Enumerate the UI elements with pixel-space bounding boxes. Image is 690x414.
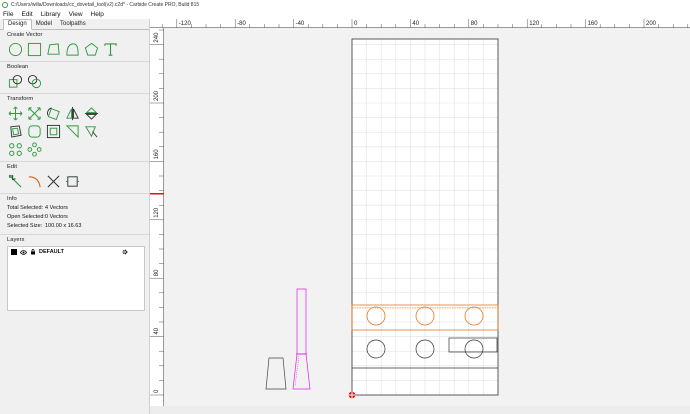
curve-icon[interactable] (64, 41, 80, 57)
layers-list: DEFAULT (7, 246, 145, 311)
boolean-section: Boolean (0, 62, 149, 94)
layers-section: Layers DEFAULT (0, 235, 149, 313)
design-panel: Design Model Toolpaths Create Vector Boo… (0, 19, 150, 414)
ruler-label: 160 (154, 149, 160, 160)
open-selected-label: Open Selected: (7, 214, 45, 220)
ruler-label: 0 (354, 21, 358, 27)
layer-color-swatch[interactable] (11, 249, 17, 255)
gear-icon (122, 249, 128, 255)
tab-toolpaths[interactable]: Toolpaths (56, 20, 90, 29)
section-title-boolean: Boolean (7, 64, 29, 70)
app-window: C:/Users/willa/Downloads/cc_dovetail_too… (0, 0, 690, 414)
selected-size-label: Selected Size: (7, 223, 43, 229)
section-title-transform: Transform (7, 96, 34, 102)
total-selected-value: 4 Vectors (45, 205, 68, 211)
trim-icon[interactable] (45, 173, 61, 189)
open-selected-value: 0 Vectors (45, 214, 68, 220)
ruler-label: -80 (237, 21, 246, 27)
circular-array-icon[interactable] (26, 141, 42, 157)
scale-icon[interactable] (26, 105, 42, 121)
menu-bar: File Edit Library View Help (0, 9, 690, 19)
panel-tabs: Design Model Toolpaths (0, 19, 149, 30)
layer-name: DEFAULT (39, 249, 64, 255)
ruler-label: 240 (154, 32, 160, 43)
section-title-layers: Layers (7, 237, 25, 243)
circle-icon[interactable] (7, 41, 23, 57)
layer-settings-button[interactable] (114, 248, 136, 256)
info-section: Info Total Selected: 4 Vectors Open Selec… (0, 194, 149, 235)
window-title: C:/Users/willa/Downloads/cc_dovetail_too… (11, 1, 200, 8)
layer-row[interactable]: DEFAULT (8, 247, 144, 257)
menu-file[interactable]: File (3, 11, 13, 18)
rotate-icon[interactable] (45, 105, 61, 121)
status-bar (150, 406, 690, 414)
align-icon[interactable] (83, 123, 99, 139)
eye-icon[interactable] (20, 249, 27, 255)
ruler-label: 0 (154, 389, 160, 393)
tool-profile-shape[interactable] (265, 357, 287, 390)
fillet-icon[interactable] (26, 123, 42, 139)
union-icon[interactable] (7, 73, 23, 89)
move-icon[interactable] (7, 105, 23, 121)
total-selected-label: Total Selected: (7, 205, 44, 211)
origin-icon (348, 391, 356, 399)
section-title-create-vector: Create Vector (7, 32, 43, 38)
ruler-label: -40 (296, 21, 305, 27)
magenta-tool-shape[interactable] (292, 288, 311, 390)
edit-section: Edit (0, 162, 149, 194)
rectangle-icon[interactable] (26, 41, 42, 57)
transform-section: Transform (0, 94, 149, 162)
mirror-icon[interactable] (64, 105, 80, 121)
offset-icon[interactable] (7, 123, 23, 139)
pentagon-icon[interactable] (83, 41, 99, 57)
vertical-ruler: 240 200 160 120 80 40 0 (150, 28, 164, 406)
design-canvas[interactable] (165, 28, 690, 406)
section-title-info: Info (7, 196, 17, 202)
menu-library[interactable]: Library (41, 11, 61, 18)
lock-icon[interactable] (30, 249, 36, 255)
ruler-label: 80 (154, 269, 160, 276)
grid-array-icon[interactable] (7, 141, 23, 157)
flip-icon[interactable] (83, 105, 99, 121)
ruler-label: 40 (154, 327, 160, 334)
menu-view[interactable]: View (69, 11, 83, 18)
ruler-label: 160 (588, 21, 599, 27)
subtract-icon[interactable] (26, 73, 42, 89)
ruler-label: 200 (646, 21, 657, 27)
polygon-icon[interactable] (45, 41, 61, 57)
ruler-label: 40 (412, 21, 419, 27)
tab-design[interactable]: Design (3, 19, 32, 30)
node-edit-icon[interactable] (7, 173, 23, 189)
create-vector-section: Create Vector (0, 30, 149, 62)
carbide-logo-icon (2, 1, 8, 8)
section-title-edit: Edit (7, 164, 17, 170)
menu-help[interactable]: Help (91, 11, 104, 18)
ruler-label: -120 (179, 21, 192, 27)
join-icon[interactable] (64, 173, 80, 189)
tab-model[interactable]: Model (32, 20, 56, 29)
ruler-label: 120 (154, 207, 160, 218)
selected-size-value: 100.00 x 16.63 (45, 223, 82, 229)
text-icon[interactable] (102, 41, 118, 57)
inset-icon[interactable] (45, 123, 61, 139)
cursor-position-marker (150, 193, 164, 195)
ruler-label: 200 (154, 90, 160, 101)
arc-icon[interactable] (26, 173, 42, 189)
menu-edit[interactable]: Edit (21, 11, 32, 18)
ruler-label: 120 (529, 21, 540, 27)
horizontal-ruler: -120 -80 -40 0 40 80 120 160 200 (150, 19, 690, 28)
ruler-label: 80 (471, 21, 478, 27)
title-bar: C:/Users/willa/Downloads/cc_dovetail_too… (0, 0, 690, 9)
shape-icon[interactable] (64, 123, 80, 139)
